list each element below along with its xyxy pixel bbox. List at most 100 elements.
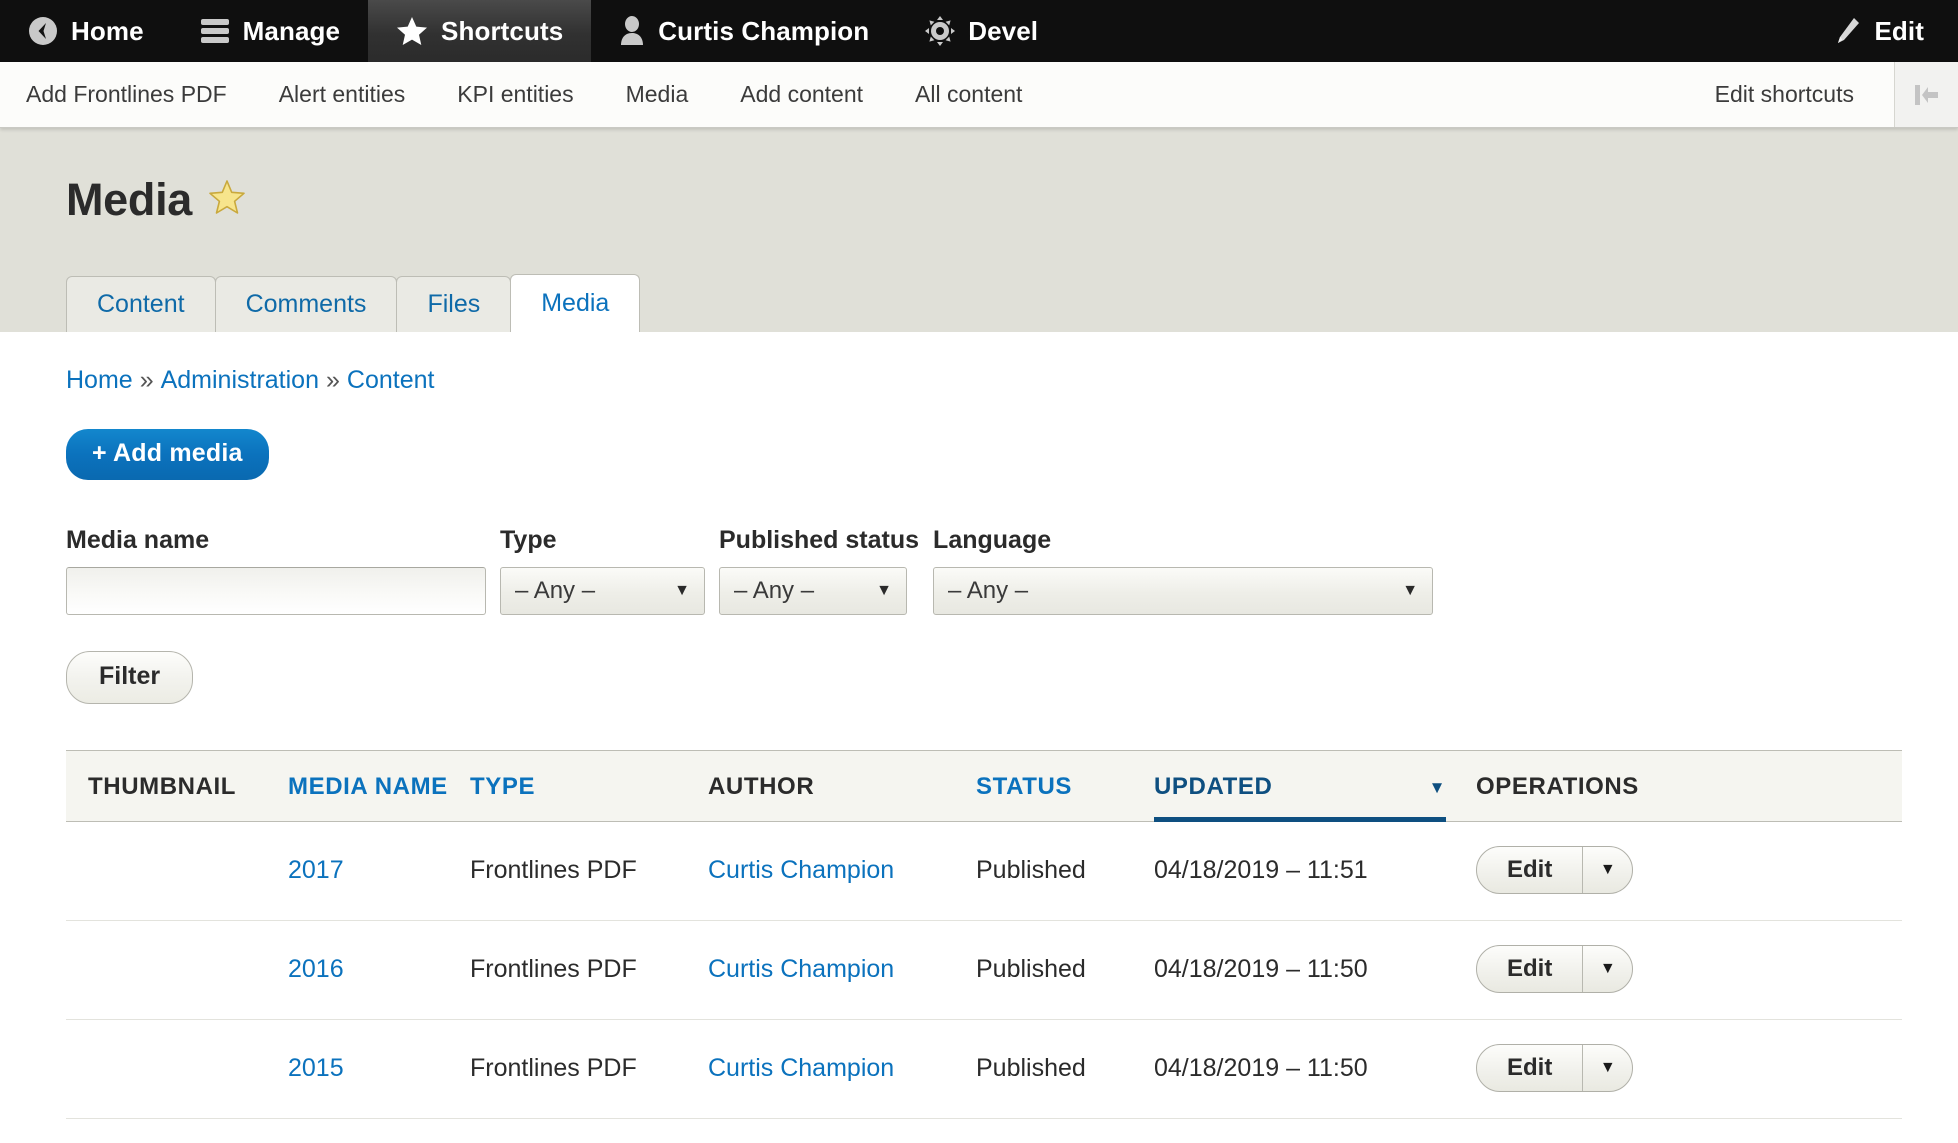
chevron-down-icon: ▼ (674, 582, 690, 599)
cell-author: Curtis Champion (708, 920, 976, 1020)
cell-updated: 04/18/2019 – 11:51 (1154, 821, 1476, 921)
cell-author: Curtis Champion (708, 1019, 976, 1119)
cell-type: Frontlines PDF (470, 821, 708, 921)
breadcrumb-item-content[interactable]: Content (347, 366, 435, 394)
sort-descending-icon: ▼ (1428, 777, 1446, 797)
media-name-link[interactable]: 2016 (288, 955, 344, 983)
shortcuts-bar: Add Frontlines PDF Alert entities KPI en… (0, 62, 1958, 128)
filter-submit-row: Filter (66, 651, 1902, 704)
edit-shortcuts-link[interactable]: Edit shortcuts (1715, 81, 1894, 108)
author-link[interactable]: Curtis Champion (708, 1054, 894, 1082)
toolbar-item-label: Curtis Champion (658, 15, 870, 46)
operations-dropbutton: Edit ▼ (1476, 1044, 1634, 1092)
cell-thumbnail (66, 1019, 288, 1119)
column-header-type[interactable]: TYPE (470, 750, 708, 822)
column-header-author: AUTHOR (708, 750, 976, 822)
breadcrumb-item-administration[interactable]: Administration (161, 366, 319, 394)
breadcrumb: Home» Administration» Content (66, 332, 1902, 395)
cell-author: Curtis Champion (708, 821, 976, 921)
cell-operations: Edit ▼ (1476, 821, 1902, 921)
column-header-label: MEDIA NAME (288, 773, 448, 800)
tab-content[interactable]: Content (66, 276, 216, 332)
toolbar-item-home[interactable]: Home (0, 0, 172, 62)
cell-updated: 04/18/2019 – 11:50 (1154, 1019, 1476, 1119)
column-header-status[interactable]: STATUS (976, 750, 1154, 822)
add-media-button[interactable]: + Add media (66, 429, 269, 480)
toolbar-item-label: Shortcuts (441, 15, 564, 46)
page-actions: + Add media (66, 429, 1902, 480)
filter-button[interactable]: Filter (66, 651, 194, 704)
tab-media[interactable]: Media (510, 274, 641, 332)
shortcut-item-kpi-entities[interactable]: KPI entities (457, 81, 599, 108)
media-name-field-group: Media name (66, 526, 486, 615)
breadcrumb-item-home[interactable]: Home (66, 366, 133, 394)
toolbar-edit-button[interactable]: Edit (1805, 0, 1958, 62)
page-title: Media (66, 174, 1958, 226)
favorite-star-icon[interactable] (208, 179, 246, 221)
published-status-select-value: – Any – (734, 577, 815, 604)
toolbar-item-shortcuts[interactable]: Shortcuts (368, 0, 592, 62)
media-filter-form: Media name Type – Any – ▼ Published stat… (66, 526, 1902, 615)
cell-type: Frontlines PDF (470, 920, 708, 1020)
column-header-thumbnail: THUMBNAIL (66, 750, 288, 822)
shortcut-item-add-content[interactable]: Add content (740, 81, 889, 108)
toolbar-edit-label: Edit (1874, 15, 1924, 46)
cell-operations: Edit ▼ (1476, 1019, 1902, 1119)
cell-operations: Edit ▼ (1476, 920, 1902, 1020)
shortcuts-list: Add Frontlines PDF Alert entities KPI en… (0, 81, 1074, 108)
media-name-link[interactable]: 2017 (288, 856, 344, 884)
cell-media-name: 2015 (288, 1019, 470, 1119)
breadcrumb-separator: » (326, 366, 340, 394)
tab-files[interactable]: Files (396, 276, 512, 332)
operations-dropbutton: Edit ▼ (1476, 846, 1634, 894)
chevron-down-icon[interactable]: ▼ (1582, 1045, 1632, 1091)
cell-updated: 04/18/2019 – 11:50 (1154, 920, 1476, 1020)
cell-type: Frontlines PDF (470, 1019, 708, 1119)
author-link[interactable]: Curtis Champion (708, 856, 894, 884)
page-header-region: Media Content Comments Files Media (0, 128, 1958, 332)
table-row: 2017 Frontlines PDF Curtis Champion Publ… (66, 821, 1902, 921)
type-select[interactable]: – Any – ▼ (500, 567, 705, 615)
toolbar-item-label: Devel (968, 15, 1039, 46)
shortcut-item-media[interactable]: Media (626, 81, 715, 108)
published-status-select[interactable]: – Any – ▼ (719, 567, 907, 615)
home-back-icon (28, 16, 58, 46)
chevron-down-icon[interactable]: ▼ (1582, 946, 1632, 992)
toolbar-item-user[interactable]: Curtis Champion (591, 0, 897, 62)
collapse-toolbar-icon[interactable] (1894, 62, 1958, 127)
language-label: Language (933, 526, 1052, 554)
tab-comments[interactable]: Comments (214, 276, 398, 332)
cell-media-name: 2017 (288, 821, 470, 921)
author-link[interactable]: Curtis Champion (708, 955, 894, 983)
type-label: Type (500, 526, 557, 554)
type-field-group: Type – Any – ▼ (500, 526, 705, 615)
chevron-down-icon[interactable]: ▼ (1582, 847, 1632, 893)
column-header-label: TYPE (470, 773, 536, 800)
table-row: 2016 Frontlines PDF Curtis Champion Publ… (66, 920, 1902, 1020)
column-header-label: STATUS (976, 773, 1073, 800)
breadcrumb-separator: » (139, 366, 154, 394)
user-icon (619, 16, 645, 46)
edit-button[interactable]: Edit (1477, 946, 1582, 992)
column-header-media-name[interactable]: MEDIA NAME (288, 750, 470, 822)
shortcut-item-alert-entities[interactable]: Alert entities (279, 81, 432, 108)
media-name-input[interactable] (66, 567, 486, 615)
media-table-body: 2017 Frontlines PDF Curtis Champion Publ… (66, 821, 1902, 1119)
column-header-operations: OPERATIONS (1476, 750, 1902, 822)
shortcut-item-add-frontlines-pdf[interactable]: Add Frontlines PDF (26, 81, 253, 108)
column-header-updated[interactable]: UPDATED ▼ (1154, 750, 1476, 823)
media-table-region: THUMBNAIL MEDIA NAME TYPE AUTHOR STATUS (0, 750, 1958, 1119)
cell-status: Published (976, 1019, 1154, 1119)
cell-thumbnail (66, 920, 288, 1020)
shortcut-item-all-content[interactable]: All content (915, 81, 1048, 108)
toolbar-item-devel[interactable]: Devel (897, 0, 1066, 62)
admin-toolbar: Home Manage Shortcuts Curtis Champion De… (0, 0, 1958, 62)
cell-status: Published (976, 821, 1154, 921)
toolbar-item-manage[interactable]: Manage (172, 0, 368, 62)
edit-button[interactable]: Edit (1477, 847, 1582, 893)
edit-button[interactable]: Edit (1477, 1045, 1582, 1091)
media-name-link[interactable]: 2015 (288, 1054, 344, 1082)
operations-dropbutton: Edit ▼ (1476, 945, 1634, 993)
column-header-label: AUTHOR (708, 773, 815, 800)
language-select[interactable]: – Any – ▼ (933, 567, 1434, 615)
